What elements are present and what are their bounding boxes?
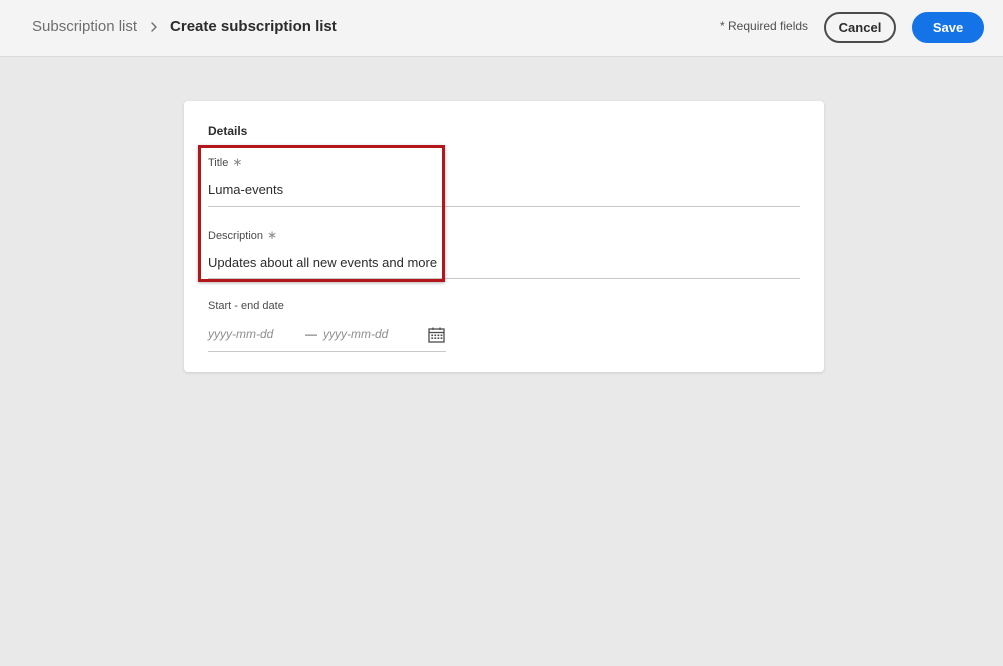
top-bar: Subscription list Create subscription li…: [0, 0, 1003, 57]
description-input-underline: [208, 278, 800, 279]
date-range-label: Start - end date: [208, 300, 284, 312]
title-input-underline: [208, 206, 800, 207]
date-range-underline: [208, 351, 446, 352]
description-label: Description ∗: [208, 228, 277, 242]
start-date-input[interactable]: yyyy-mm-dd: [208, 327, 273, 341]
breadcrumb: Subscription list Create subscription li…: [32, 18, 337, 35]
title-label-text: Title: [208, 157, 229, 169]
required-asterisk: ∗: [267, 228, 278, 242]
breadcrumb-current: Create subscription list: [170, 18, 337, 35]
required-fields-note: * Required fields: [720, 19, 809, 33]
end-date-input[interactable]: yyyy-mm-dd: [323, 327, 388, 341]
chevron-right-icon: [151, 21, 157, 32]
details-card: Details Title ∗ Luma-events Description ∗ …: [184, 101, 824, 372]
breadcrumb-parent-link[interactable]: Subscription list: [32, 18, 137, 35]
calendar-icon[interactable]: [428, 327, 445, 343]
description-input[interactable]: Updates about all new events and more: [208, 255, 437, 270]
details-heading: Details: [208, 124, 248, 138]
required-asterisk: ∗: [232, 155, 243, 169]
date-separator: —: [305, 327, 317, 341]
title-input[interactable]: Luma-events: [208, 182, 283, 197]
description-label-text: Description: [208, 230, 264, 242]
save-button[interactable]: Save: [912, 12, 984, 43]
title-label: Title ∗: [208, 155, 242, 169]
cancel-button[interactable]: Cancel: [824, 12, 896, 43]
